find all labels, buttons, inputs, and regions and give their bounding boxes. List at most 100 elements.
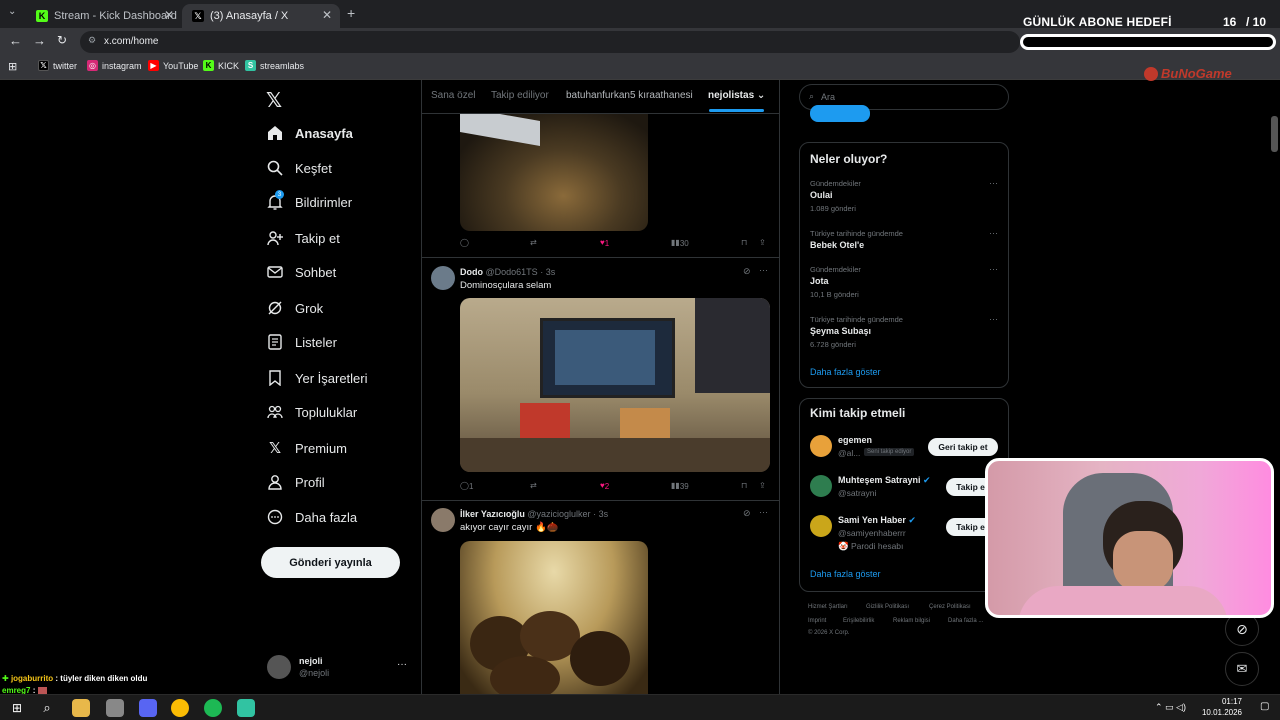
tab-x-home[interactable]: 𝕏 (3) Anasayfa / X ✕	[182, 4, 340, 28]
tweet-image[interactable]	[460, 114, 648, 231]
views-button[interactable]: ▮▮ 39	[671, 481, 689, 491]
close-icon[interactable]: ✕	[322, 8, 332, 22]
tab-for-you[interactable]: Sana özel	[431, 90, 475, 101]
footer-link[interactable]: Erişilebilirlik	[843, 618, 874, 624]
bookmark-icon[interactable]: ⊓	[741, 238, 747, 247]
forward-icon[interactable]: →	[33, 33, 46, 48]
tab-following[interactable]: Takip ediliyor	[491, 90, 549, 101]
nav-lists[interactable]: Listeler	[266, 330, 337, 354]
tweet-author[interactable]: Dodo	[460, 267, 483, 277]
trend-item[interactable]: Türkiye tarihinde gündemde Şeyma Subaşı …	[800, 313, 1008, 357]
trend-item[interactable]: Türkiye tarihinde gündemde Bebek Otel'e …	[800, 227, 1008, 257]
reload-icon[interactable]: ↻	[57, 33, 67, 47]
suggestion-item[interactable]: Muhteşem Satrayni ✔ @satrayni Takip et	[800, 473, 1008, 503]
avatar[interactable]	[431, 266, 455, 290]
tweet-time[interactable]: · 3s	[540, 267, 555, 277]
footer-link[interactable]: Gizlilik Politikası	[866, 604, 909, 610]
retweet-icon[interactable]: ⇄	[530, 238, 537, 247]
like-button[interactable]: ♥ 2	[600, 481, 609, 491]
bookmark-youtube[interactable]: ▶ YouTube	[148, 60, 198, 71]
tweet-handle[interactable]: @Dodo61TS	[486, 267, 538, 277]
trend-item[interactable]: Gündemdekiler Oulai 1.089 gönderi ···	[800, 177, 1008, 221]
tweet-time[interactable]: · 3s	[593, 509, 608, 519]
nav-chat[interactable]: Sohbet	[266, 260, 336, 284]
suggestion-item[interactable]: Sami Yen Haber ✔ @samiyenhaberrr 🤡 Parod…	[800, 513, 1008, 553]
bookmark-streamlabs[interactable]: S streamlabs	[245, 60, 304, 71]
nav-explore[interactable]: Keşfet	[266, 156, 332, 180]
site-info-icon[interactable]: ⚙	[88, 35, 96, 46]
grok-icon[interactable]: ⊘	[743, 266, 751, 277]
nav-follow[interactable]: Takip et	[266, 226, 340, 250]
reply-button[interactable]: ◯ 1	[460, 481, 473, 491]
more-dots-icon[interactable]: ···	[989, 228, 998, 238]
nav-bookmarks[interactable]: Yer İşaretleri	[266, 366, 368, 390]
avatar[interactable]	[431, 508, 455, 532]
bookmark-icon[interactable]: ⊓	[741, 481, 747, 490]
x-logo-icon[interactable]: 𝕏	[266, 88, 282, 113]
more-dots-icon[interactable]: ···	[759, 265, 768, 275]
nav-home[interactable]: Anasayfa	[266, 121, 353, 145]
more-dots-icon[interactable]: ···	[397, 659, 407, 670]
tweet-handle[interactable]: @yazicioglulker	[527, 509, 590, 519]
bookmark-twitter[interactable]: 𝕏 twitter	[38, 60, 77, 71]
tray-icons[interactable]: ⌃ ▭ ◁)	[1155, 702, 1186, 713]
close-icon[interactable]: ✕	[164, 8, 174, 22]
nav-notifications[interactable]: 3 Bildirimler	[266, 190, 352, 214]
tab-list-icon[interactable]: ⌄	[8, 6, 16, 17]
tweet-image[interactable]	[460, 298, 770, 472]
post-button[interactable]: Gönderi yayınla	[261, 547, 400, 578]
scrollbar-thumb[interactable]	[1271, 116, 1278, 152]
new-tab-icon[interactable]: +	[347, 5, 355, 21]
nav-profile[interactable]: Profil	[266, 470, 325, 494]
share-icon[interactable]: ⇪	[759, 481, 766, 490]
grok-icon[interactable]: ⊘	[743, 508, 751, 519]
notifications-icon[interactable]: ▢	[1260, 701, 1269, 712]
apps-grid-icon[interactable]: ⊞	[8, 60, 17, 73]
more-dots-icon[interactable]: ···	[989, 314, 998, 324]
tweet-author[interactable]: İlker Yazıcıoğlu	[460, 509, 525, 519]
follow-back-button[interactable]: Geri takip et	[928, 438, 998, 456]
clock-date[interactable]: 10.01.2026	[1200, 708, 1242, 717]
url-input[interactable]: ⚙ x.com/home	[80, 31, 1020, 53]
views-button[interactable]: ▮▮ 30	[671, 238, 689, 248]
app-icon[interactable]	[106, 699, 124, 717]
reply-icon[interactable]: ◯	[460, 238, 469, 247]
trend-item[interactable]: Gündemdekiler Jota 10,1 B gönderi ···	[800, 263, 1008, 307]
bookmark-kick[interactable]: K KICK	[203, 60, 239, 71]
nav-grok[interactable]: Grok	[266, 296, 323, 320]
messages-fab-icon[interactable]: ✉	[1225, 652, 1259, 686]
nav-more[interactable]: Daha fazla	[266, 505, 357, 529]
tweet-image[interactable]	[460, 541, 648, 694]
like-button[interactable]: ♥ 1	[600, 238, 609, 248]
discord-icon[interactable]	[139, 699, 157, 717]
tab-list-batuhan[interactable]: batuhanfurkan5 kıraathanesi	[566, 90, 693, 101]
footer-link[interactable]: Daha fazla ...	[948, 618, 983, 624]
footer-link[interactable]: Çerez Politikası	[929, 604, 971, 610]
tab-kick-dashboard[interactable]: K Stream - Kick Dashboard ✕	[26, 4, 182, 28]
more-dots-icon[interactable]: ···	[989, 264, 998, 274]
clock-time[interactable]: 01:17	[1210, 697, 1242, 706]
share-icon[interactable]: ⇪	[759, 238, 766, 247]
show-more-link[interactable]: Daha fazla göster	[810, 569, 881, 579]
show-more-link[interactable]: Daha fazla göster	[810, 367, 881, 377]
more-dots-icon[interactable]: ···	[759, 507, 768, 517]
account-switcher[interactable]: nejoli @nejoli ···	[267, 655, 417, 681]
streamlabs-icon[interactable]	[237, 699, 255, 717]
footer-link[interactable]: Reklam bilgisi	[893, 618, 930, 624]
retweet-icon[interactable]: ⇄	[530, 481, 537, 490]
chrome-icon[interactable]	[171, 699, 189, 717]
suggestion-item[interactable]: egemen @al... Seni takip ediyor Geri tak…	[800, 433, 1008, 463]
bookmark-instagram[interactable]: ◎ instagram	[87, 60, 142, 71]
back-icon[interactable]: ←	[9, 33, 22, 48]
tab-nejolistas[interactable]: nejolistas ⌄	[708, 90, 765, 101]
footer-link[interactable]: Imprint	[808, 618, 826, 624]
subscribe-button[interactable]	[810, 105, 870, 122]
nav-premium[interactable]: 𝕏 Premium	[266, 436, 347, 460]
search-icon[interactable]: ⌕	[38, 699, 56, 717]
nav-communities[interactable]: Topluluklar	[266, 400, 357, 424]
start-icon[interactable]: ⊞	[8, 699, 26, 717]
file-explorer-icon[interactable]	[72, 699, 90, 717]
more-dots-icon[interactable]: ···	[989, 178, 998, 188]
footer-link[interactable]: Hizmet Şartları	[808, 604, 848, 610]
spotify-icon[interactable]	[204, 699, 222, 717]
